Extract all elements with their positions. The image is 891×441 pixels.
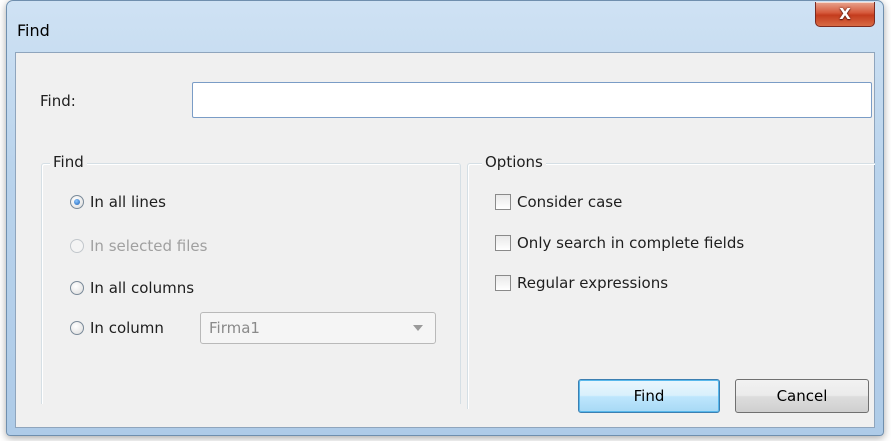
find-input[interactable] [192,82,872,118]
checkbox-icon[interactable] [495,275,511,291]
chevron-down-icon[interactable] [413,325,423,331]
radio-label: In column [90,319,164,337]
checkbox-consider-case[interactable]: Consider case [495,193,622,211]
find-label: Find: [40,92,76,110]
checkbox-icon[interactable] [495,235,511,251]
radio-checked-icon[interactable] [70,195,84,209]
column-select[interactable]: Firma1 [200,312,436,344]
radio-in-all-lines[interactable]: In all lines [70,193,166,211]
radio-in-all-columns[interactable]: In all columns [70,279,194,297]
close-button[interactable]: X [815,2,875,27]
radio-disabled-icon [70,239,84,253]
checkbox-label: Regular expressions [517,274,669,292]
radio-unchecked-icon[interactable] [70,321,84,335]
radio-unchecked-icon[interactable] [70,281,84,295]
window-title: Find [17,21,50,40]
radio-label: In all lines [90,193,166,211]
radio-label: In all columns [90,279,195,297]
options-legend: Options [482,153,546,171]
checkbox-icon[interactable] [495,194,511,210]
column-select-value: Firma1 [209,319,260,337]
close-icon: X [839,5,851,23]
dialog-body: Find: Find In all lines In selected file… [15,52,875,428]
find-button[interactable]: Find [578,379,720,413]
find-scope-legend: Find [50,153,87,171]
radio-in-selected-files: In selected files [70,237,207,255]
radio-label: In selected files [90,237,208,255]
checkbox-label: Only search in complete fields [517,234,745,252]
find-dialog-window: Find X Find: Find In all lines In select… [6,0,884,436]
cancel-button[interactable]: Cancel [735,379,869,413]
title-bar[interactable]: Find X [7,1,883,45]
checkbox-regular-expressions[interactable]: Regular expressions [495,274,668,292]
radio-in-column[interactable]: In column [70,319,164,337]
checkbox-label: Consider case [517,193,623,211]
checkbox-complete-fields[interactable]: Only search in complete fields [495,234,744,252]
